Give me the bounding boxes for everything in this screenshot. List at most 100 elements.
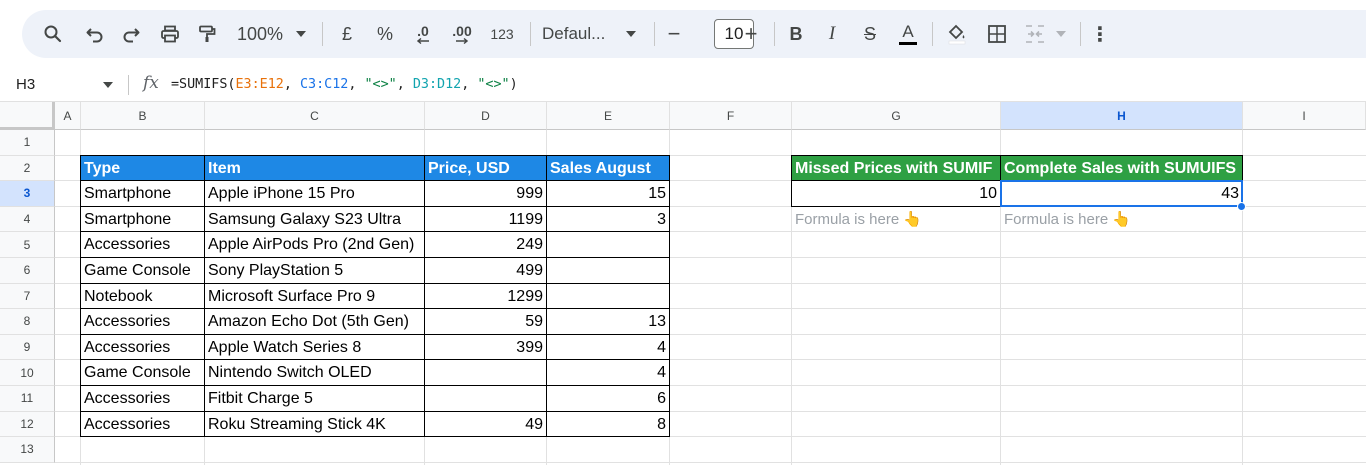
table-cell[interactable]: 6 <box>547 386 669 411</box>
table-cell[interactable]: 499 <box>425 258 546 283</box>
table-cell[interactable]: Microsoft Surface Pro 9 <box>205 284 424 309</box>
table-cell[interactable]: Smartphone <box>81 181 204 206</box>
table-header-cell[interactable]: Item <box>205 155 424 181</box>
table-cell[interactable]: Notebook <box>81 284 204 309</box>
table-cell[interactable]: Apple Watch Series 8 <box>205 335 424 360</box>
formula-hint-g[interactable]: Formula is here 👆 <box>792 207 1000 232</box>
table-cell[interactable]: Amazon Echo Dot (5th Gen) <box>205 309 424 334</box>
search-icon[interactable] <box>40 10 66 58</box>
row-header-2[interactable]: 2 <box>0 155 55 182</box>
table-cell[interactable]: Accessories <box>81 412 204 437</box>
chevron-down-icon[interactable] <box>294 10 308 58</box>
table-cell[interactable]: Accessories <box>81 335 204 360</box>
percent-button[interactable]: % <box>374 10 396 58</box>
column-header-g[interactable]: G <box>792 102 1001 130</box>
table-cell[interactable]: 59 <box>425 309 546 334</box>
table-cell[interactable]: Game Console <box>81 360 204 385</box>
result-value-g[interactable]: 10 <box>792 181 1000 206</box>
table-cell[interactable] <box>547 284 669 309</box>
column-header-c[interactable]: C <box>205 102 425 130</box>
currency-button[interactable]: £ <box>336 10 358 58</box>
undo-icon[interactable] <box>82 10 108 58</box>
formula-input[interactable]: =SUMIFS(E3:E12, C3:C12, "<>", D3:D12, "<… <box>171 68 518 102</box>
table-header-cell[interactable]: Type <box>81 155 204 181</box>
table-cell[interactable]: Roku Streaming Stick 4K <box>205 412 424 437</box>
row-header-4[interactable]: 4 <box>0 206 55 233</box>
number-format-button[interactable]: 123 <box>486 10 518 58</box>
text-color-button[interactable]: A <box>896 10 920 58</box>
formula-hint-h[interactable]: Formula is here 👆 <box>1001 207 1242 232</box>
decrease-font-size-button[interactable]: − <box>664 10 684 58</box>
result-header-g[interactable]: Missed Prices with SUMIF <box>792 155 1000 181</box>
row-header-6[interactable]: 6 <box>0 258 55 284</box>
decrease-decimal-button[interactable]: .0 <box>410 10 436 58</box>
result-value-h[interactable]: 43 <box>1001 181 1242 206</box>
column-header-h[interactable]: H <box>1001 102 1243 130</box>
column-header-d[interactable]: D <box>425 102 547 130</box>
select-all-corner[interactable] <box>0 102 55 130</box>
row-header-13[interactable]: 13 <box>0 437 55 463</box>
bold-button[interactable]: B <box>784 10 808 58</box>
sheet-grid[interactable]: A B C D E F G H I 1 2 3 4 5 6 7 8 9 10 11 12 13 Type Item Price,… <box>0 102 1366 465</box>
table-cell[interactable] <box>425 360 546 385</box>
row-header-12[interactable]: 12 <box>0 411 55 438</box>
column-header-e[interactable]: E <box>547 102 670 130</box>
table-cell[interactable]: Accessories <box>81 232 204 257</box>
italic-button[interactable]: I <box>820 10 844 58</box>
strikethrough-button[interactable]: S <box>858 10 882 58</box>
table-cell[interactable]: Apple AirPods Pro (2nd Gen) <box>205 232 424 257</box>
table-cell[interactable]: 4 <box>547 335 669 360</box>
table-cell[interactable] <box>547 232 669 257</box>
table-cell[interactable]: Samsung Galaxy S23 Ultra <box>205 207 424 232</box>
row-header-1[interactable]: 1 <box>0 130 55 156</box>
table-cell[interactable]: Accessories <box>81 309 204 334</box>
table-cell[interactable]: Fitbit Charge 5 <box>205 386 424 411</box>
chevron-down-icon[interactable] <box>103 82 113 88</box>
font-select[interactable]: Defaul... <box>542 10 612 58</box>
print-icon[interactable] <box>157 10 183 58</box>
table-cell[interactable]: 3 <box>547 207 669 232</box>
increase-font-size-button[interactable]: + <box>740 10 762 58</box>
paint-format-icon[interactable] <box>194 10 220 58</box>
row-header-7[interactable]: 7 <box>0 283 55 310</box>
zoom-select[interactable]: 100% <box>234 10 286 58</box>
row-header-9[interactable]: 9 <box>0 334 55 361</box>
table-cell[interactable]: 1299 <box>425 284 546 309</box>
table-header-cell[interactable]: Sales August <box>547 155 669 181</box>
name-box[interactable]: H3 <box>16 68 35 102</box>
row-header-5[interactable]: 5 <box>0 232 55 258</box>
fill-color-icon[interactable] <box>944 10 970 58</box>
table-cell[interactable]: 999 <box>425 181 546 206</box>
table-cell[interactable]: 1199 <box>425 207 546 232</box>
table-cell[interactable]: Sony PlayStation 5 <box>205 258 424 283</box>
result-header-h[interactable]: Complete Sales with SUMUIFS <box>1001 155 1242 181</box>
table-cell[interactable]: Apple iPhone 15 Pro <box>205 181 424 206</box>
table-cell[interactable]: Game Console <box>81 258 204 283</box>
increase-decimal-button[interactable]: .00 <box>448 10 476 58</box>
table-cell[interactable]: 4 <box>547 360 669 385</box>
table-header-cell[interactable]: Price, USD <box>425 155 546 181</box>
redo-icon[interactable] <box>118 10 144 58</box>
table-cell[interactable]: 249 <box>425 232 546 257</box>
chevron-down-icon[interactable] <box>1054 10 1068 58</box>
chevron-down-icon[interactable] <box>624 10 638 58</box>
table-cell[interactable]: 8 <box>547 412 669 437</box>
table-cell[interactable]: Smartphone <box>81 207 204 232</box>
fill-handle[interactable] <box>1237 201 1246 211</box>
table-cell[interactable]: Nintendo Switch OLED <box>205 360 424 385</box>
table-cell[interactable]: Accessories <box>81 386 204 411</box>
table-cell[interactable]: 15 <box>547 181 669 206</box>
column-header-b[interactable]: B <box>81 102 205 130</box>
table-cell[interactable]: 49 <box>425 412 546 437</box>
table-cell[interactable] <box>425 386 546 411</box>
merge-cells-icon[interactable] <box>1022 10 1048 58</box>
table-cell[interactable]: 13 <box>547 309 669 334</box>
table-cell[interactable]: 399 <box>425 335 546 360</box>
row-header-10[interactable]: 10 <box>0 360 55 386</box>
table-cell[interactable] <box>547 258 669 283</box>
more-icon[interactable]: ⋮ <box>1090 10 1110 58</box>
borders-icon[interactable] <box>984 10 1010 58</box>
row-header-8[interactable]: 8 <box>0 309 55 335</box>
row-header-11[interactable]: 11 <box>0 386 55 412</box>
row-header-3[interactable]: 3 <box>0 181 55 207</box>
